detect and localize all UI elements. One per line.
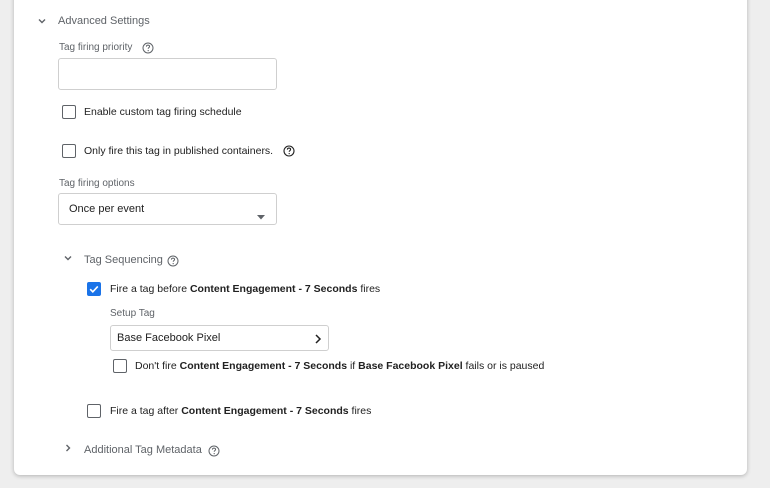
dont-fire-tag-name: Content Engagement - 7 Seconds xyxy=(179,360,348,372)
published-only-label[interactable]: Only fire this tag in published containe… xyxy=(84,145,273,157)
dont-fire-part1: Don't fire xyxy=(135,360,180,372)
published-only-checkbox[interactable] xyxy=(62,144,76,158)
dont-fire-part2: if xyxy=(347,360,359,372)
dont-fire-setup-name: Base Facebook Pixel xyxy=(358,360,463,372)
help-icon[interactable] xyxy=(167,255,179,267)
chevron-right-icon xyxy=(314,332,322,350)
dropdown-arrow-icon xyxy=(257,207,265,225)
tag-firing-priority-input[interactable] xyxy=(58,58,277,90)
dont-fire-label[interactable]: Don't fire Content Engagement - 7 Second… xyxy=(135,360,544,372)
tag-firing-priority-label: Tag firing priority xyxy=(59,42,133,53)
fire-after-checkbox[interactable] xyxy=(87,404,101,418)
help-icon[interactable] xyxy=(142,42,154,54)
fire-after-tag-name: Content Engagement - 7 Seconds xyxy=(181,405,349,417)
additional-tag-metadata-title[interactable]: Additional Tag Metadata xyxy=(84,444,202,456)
tag-sequencing-title[interactable]: Tag Sequencing xyxy=(84,254,163,266)
chevron-right-icon[interactable] xyxy=(62,442,74,454)
custom-schedule-label[interactable]: Enable custom tag firing schedule xyxy=(84,106,242,118)
tag-firing-options-select[interactable]: Once per event xyxy=(58,193,277,225)
fire-after-prefix: Fire a tag after xyxy=(110,405,182,417)
fire-before-suffix: fires xyxy=(357,283,381,295)
tag-firing-options-label: Tag firing options xyxy=(59,178,135,189)
advanced-settings-title[interactable]: Advanced Settings xyxy=(58,15,150,27)
help-icon[interactable] xyxy=(283,145,295,157)
tag-firing-options-value: Once per event xyxy=(69,203,145,215)
fire-before-tag-name: Content Engagement - 7 Seconds xyxy=(189,283,358,295)
custom-schedule-checkbox[interactable] xyxy=(62,105,76,119)
setup-tag-label: Setup Tag xyxy=(110,308,155,319)
dont-fire-checkbox[interactable] xyxy=(113,359,127,373)
dont-fire-part3: fails or is paused xyxy=(462,360,545,372)
fire-before-checkbox[interactable] xyxy=(87,282,101,296)
advanced-settings-card: Advanced Settings Tag firing priority En… xyxy=(14,0,747,475)
fire-after-suffix: fires xyxy=(348,405,372,417)
fire-after-label[interactable]: Fire a tag after Content Engagement - 7 … xyxy=(110,405,371,417)
check-icon xyxy=(89,285,99,293)
help-icon[interactable] xyxy=(208,445,220,457)
fire-before-label[interactable]: Fire a tag before Content Engagement - 7… xyxy=(110,283,380,295)
chevron-down-icon[interactable] xyxy=(36,15,48,27)
setup-tag-value: Base Facebook Pixel xyxy=(117,332,221,344)
fire-before-prefix: Fire a tag before xyxy=(110,283,190,295)
setup-tag-selector[interactable]: Base Facebook Pixel xyxy=(110,325,329,351)
chevron-down-icon[interactable] xyxy=(62,252,74,264)
